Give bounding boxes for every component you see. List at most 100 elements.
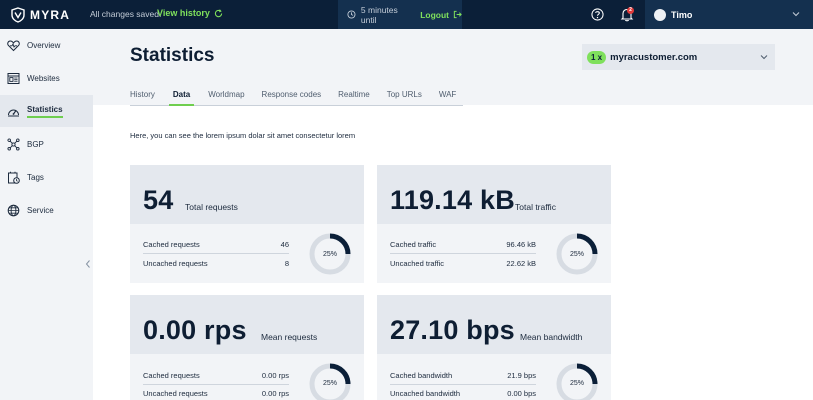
sidebar-item-label: Statistics <box>27 105 63 114</box>
logout-label: Logout <box>420 9 449 20</box>
stat-row: Uncached bandwidth 0.00 bps <box>390 389 536 398</box>
globe-icon <box>7 204 20 216</box>
stat-label: Total traffic <box>515 202 556 212</box>
save-status: All changes saved. <box>90 9 162 19</box>
stat-value: 27.10 bps <box>390 315 515 345</box>
tab-history[interactable]: History <box>130 87 155 105</box>
stat-row: Cached traffic 96.46 kB <box>390 240 536 249</box>
tab-bar: History Data Worldmap Response codes Rea… <box>130 87 464 106</box>
stat-value: 119.14 kB <box>390 185 515 215</box>
stat-row-value: 21.9 bps <box>507 371 536 380</box>
stat-label: Mean bandwidth <box>520 332 583 342</box>
tab-top-urls[interactable]: Top URLs <box>387 87 422 105</box>
stat-row-value: 22.62 kB <box>506 259 536 268</box>
session-timer: 5 minutes until Logout <box>338 0 462 29</box>
stat-card-mean-bandwidth: 27.10 bps Mean bandwidth Cached bandwidt… <box>377 295 611 400</box>
session-text: 5 minutes until <box>360 4 398 25</box>
view-history-label: View history <box>157 8 210 18</box>
tab-worldmap[interactable]: Worldmap <box>208 87 244 105</box>
shield-logo-icon <box>11 6 25 23</box>
sidebar-item-label: BGP <box>27 139 44 149</box>
sidebar-item-service[interactable]: Service <box>0 194 93 226</box>
percent-label: 25% <box>322 251 337 258</box>
stat-label: Mean requests <box>261 332 318 342</box>
chevron-left-icon[interactable] <box>84 259 92 269</box>
intro-text: Here, you can see the lorem ipsum dolar … <box>130 131 356 140</box>
view-history-link[interactable]: View history <box>157 8 223 18</box>
logout-icon <box>453 10 462 19</box>
stat-row-value: 46 <box>280 240 289 249</box>
stat-row-label: Uncached requests <box>143 259 208 268</box>
stat-row-value: 0.00 rps <box>261 389 289 398</box>
stat-row-value: 0.00 bps <box>507 389 536 398</box>
sidebar-item-label: Overview <box>27 40 61 50</box>
brand-name: MYRA <box>30 7 71 22</box>
sidebar-item-overview[interactable]: Overview <box>0 29 93 61</box>
stat-card-total-traffic: 119.14 kB Total traffic Cached traffic 9… <box>377 165 611 283</box>
stat-row-label: Uncached requests <box>143 389 208 398</box>
stat-row: Uncached traffic 22.62 kB <box>390 259 536 268</box>
help-icon[interactable] <box>591 8 604 21</box>
percent-label: 25% <box>569 251 584 258</box>
stat-row: Cached requests 46 <box>143 240 289 249</box>
avatar <box>654 8 666 21</box>
sidebar-item-label: Websites <box>27 73 60 83</box>
sidebar-item-bgp[interactable]: BGP <box>0 128 93 160</box>
stat-row-value: 8 <box>284 259 289 268</box>
sidebar-item-label: Service <box>27 205 54 215</box>
stat-row-label: Cached requests <box>143 371 200 380</box>
stat-row-label: Uncached traffic <box>390 259 445 268</box>
stat-row-value: 96.46 kB <box>506 240 536 249</box>
stat-row: Cached bandwidth 21.9 bps <box>390 371 536 380</box>
tags-icon <box>8 171 20 184</box>
stat-row-label: Cached requests <box>143 240 200 249</box>
row-divider <box>143 384 289 385</box>
stat-row: Uncached requests 8 <box>143 259 289 268</box>
row-divider <box>390 384 536 385</box>
myra-logo[interactable]: MYRA <box>11 6 70 23</box>
stat-label: Total requests <box>185 202 238 212</box>
stat-card-total-requests: 54 Total requests Cached requests 46 Unc… <box>130 165 364 283</box>
stat-row-value: 0.00 rps <box>261 371 289 380</box>
account-count-badge: 1 x <box>587 50 607 64</box>
percent-label: 25% <box>569 380 584 387</box>
speedometer-icon <box>8 109 19 116</box>
stat-value: 54 <box>143 185 174 215</box>
sidebar-item-websites[interactable]: Websites <box>0 62 93 94</box>
tab-waf[interactable]: WAF <box>439 87 456 105</box>
stat-row: Uncached requests 0.00 rps <box>143 389 289 398</box>
active-indicator <box>27 116 63 118</box>
stat-row-label: Uncached bandwidth <box>390 389 461 398</box>
clock-icon <box>347 10 356 19</box>
sidebar: Overview Websites Statistics BGP Tags Se… <box>0 29 93 400</box>
row-divider <box>143 253 289 254</box>
sidebar-item-tags[interactable]: Tags <box>0 161 93 193</box>
websites-icon <box>7 72 20 84</box>
account-select[interactable]: 1 x myracustomer.com <box>582 44 775 70</box>
stat-row-label: Cached bandwidth <box>390 371 453 380</box>
sidebar-item-label: Tags <box>27 172 44 182</box>
heart-pulse-icon <box>7 39 20 51</box>
stat-row: Cached requests 0.00 rps <box>143 371 289 380</box>
top-bar: MYRA All changes saved. View history 5 m… <box>0 0 813 29</box>
chevron-down-icon <box>792 12 800 17</box>
row-divider <box>390 253 536 254</box>
logout-button[interactable]: Logout <box>420 10 462 20</box>
chevron-down-icon <box>760 55 768 60</box>
refresh-icon <box>214 8 223 17</box>
user-name: Timo <box>671 9 693 20</box>
stat-row-label: Cached traffic <box>390 240 437 249</box>
stat-card-mean-requests: 0.00 rps Mean requests Cached requests 0… <box>130 295 364 400</box>
tab-data[interactable]: Data <box>168 87 195 106</box>
tab-response-codes[interactable]: Response codes <box>262 87 322 105</box>
main-content: Statistics 1 x myracustomer.com History … <box>93 29 813 400</box>
page-title: Statistics <box>130 45 215 66</box>
account-name: myracustomer.com <box>610 51 698 63</box>
stat-value: 0.00 rps <box>143 315 247 345</box>
user-menu[interactable]: Timo <box>645 0 813 29</box>
sidebar-item-statistics[interactable]: Statistics <box>0 95 93 127</box>
percent-label: 25% <box>322 380 337 387</box>
notification-badge: 2 <box>627 7 634 14</box>
network-icon <box>7 137 20 151</box>
tab-realtime[interactable]: Realtime <box>338 87 370 105</box>
